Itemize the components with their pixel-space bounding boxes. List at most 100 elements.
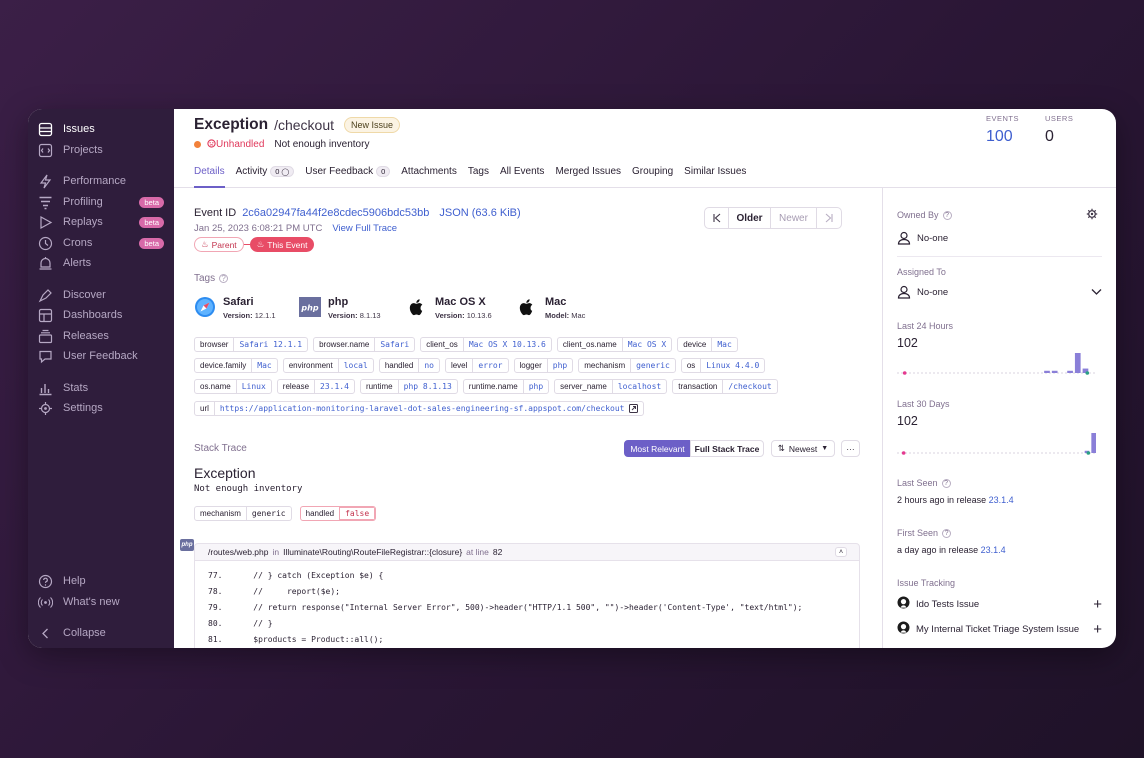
info-icon: ? [942,528,952,538]
sidebar-item-dashboards[interactable]: Dashboards [38,306,164,324]
event-id-label: Event ID [194,207,237,219]
spark30-marker-start [901,451,906,455]
tab-all-events[interactable]: All Events [500,166,544,188]
tag-pill-runtime-name[interactable]: runtime.name php [462,379,550,394]
tag-value: Linux 4.4.0 [706,361,760,370]
new-issue-badge: New Issue [344,117,401,133]
last-seen-release-link[interactable]: 23.1.4 [989,495,1014,505]
tag-pill-logger[interactable]: logger php [513,358,574,373]
sidebar-item-alerts[interactable]: Alerts [38,254,164,272]
last-30-days-heading: Last 30 Days [897,399,950,409]
tab-merged-issues[interactable]: Merged Issues [555,166,621,188]
tag-pill-runtime[interactable]: runtime php 8.1.13 [359,379,458,394]
unhandled-icon [207,139,216,148]
level-dot-icon [194,141,201,148]
sidebar-item-label: User Feedback [63,350,138,362]
tag-pill-mechanism[interactable]: mechanism generic [578,358,676,373]
sidebar-item-stats[interactable]: Stats [38,379,164,397]
tab-attachments[interactable]: Attachments [401,166,457,188]
owner-settings-gear-icon[interactable] [1086,208,1098,223]
collapse-frame-button[interactable]: ˄ [835,547,847,557]
first-seen-heading: First Seen ? [897,528,952,538]
handled-tag[interactable]: handled false [299,506,377,521]
events-value[interactable]: 100 [986,128,1019,146]
tab-details[interactable]: Details [194,166,225,188]
tag-pill-handled[interactable]: handled no [378,358,440,373]
view-full-trace-link[interactable]: View Full Trace [332,223,397,234]
json-link[interactable]: JSON (63.6 KiB) [439,207,520,219]
sort-dropdown[interactable]: ⇅ Newest ▼ [771,440,835,457]
newer-button[interactable]: Newer [771,208,817,228]
most-relevant-button[interactable]: Most Relevant [624,440,691,457]
first-seen-time: a day ago [897,545,937,555]
sidebar-item-crons[interactable]: Crons beta [38,234,164,252]
trace-connector [243,244,250,245]
sidebar-item-replays[interactable]: Replays beta [38,213,164,231]
sidebar-footer-what-s-new[interactable]: What's new [38,593,164,611]
sidebar-item-issues[interactable]: Issues [38,120,164,138]
last-event-button[interactable] [817,208,841,228]
stack-frame-header[interactable]: /routes/web.php in Illuminate\Routing\Ro… [194,543,860,561]
tab-grouping[interactable]: Grouping [632,166,673,188]
events-stat[interactable]: EVENTS 100 [986,114,1019,146]
sidebar-footer-collapse[interactable]: Collapse [38,624,164,642]
discover-icon [38,288,53,303]
exception-title: Exception [194,465,256,481]
issue-tracking-item[interactable]: My Internal Ticket Triage System Issue + [897,621,1102,637]
tag-card-version-label: Version: [223,311,253,320]
first-event-button[interactable] [705,208,729,228]
code-line-text: // report($e); [234,587,340,596]
tag-pill-release[interactable]: release 23.1.4 [276,379,355,394]
mechanism-tag[interactable]: mechanism generic [194,506,292,521]
tab-activity[interactable]: Activity 0 ◯ [236,166,295,188]
tag-pill-client-os[interactable]: client_os Mac OS X 10.13.6 [420,337,552,352]
tag-pill-transaction[interactable]: transaction/checkout [672,379,778,394]
sidebar-item-profiling[interactable]: Profiling beta [38,193,164,211]
full-stack-trace-button[interactable]: Full Stack Trace [690,440,764,457]
last-24-hours-sparkline[interactable] [897,348,1097,378]
unhandled-text: Unhandled [216,139,265,150]
tag-pill-server-name[interactable]: server_name localhost [554,379,668,394]
tab-similar-issues[interactable]: Similar Issues [684,166,746,188]
owner-row[interactable]: No-one [897,231,948,245]
users-stat[interactable]: USERS 0 [1045,114,1073,146]
tag-pill-browser[interactable]: browser Safari 12.1.1 [194,337,309,352]
external-link-icon[interactable] [629,402,643,415]
tag-pill-client-os-name[interactable]: client_os.name Mac OS X [556,337,673,352]
add-tracking-plus-icon[interactable]: + [1093,597,1102,612]
more-options-button[interactable]: ··· [841,440,860,457]
tag-pill-os-name[interactable]: os.name Linux [194,379,272,394]
sidebar-item-performance[interactable]: Performance [38,172,164,190]
tab-label: Attachments [401,166,457,177]
sidebar-item-settings[interactable]: Settings [38,399,164,417]
tag-pill-device-family[interactable]: device.family Mac [194,358,278,373]
sidebar-item-projects[interactable]: Projects [38,141,164,159]
sidebar-item-releases[interactable]: Releases [38,327,164,345]
parent-pill[interactable]: ♨ Parent [194,237,244,252]
add-tracking-plus-icon[interactable]: + [1093,622,1102,637]
assignee-dropdown[interactable]: No-one [897,285,1102,299]
safari-icon [194,296,216,321]
sidebar-footer-help[interactable]: Help [38,572,164,590]
tag-value: php 8.1.13 [403,382,452,391]
tab-tags[interactable]: Tags [468,166,489,188]
help-icon [38,574,53,589]
tag-pill-os[interactable]: os Linux 4.4.0 [680,358,766,373]
tag-pill-browser-name[interactable]: browser.name Safari [313,337,416,352]
issue-tracking-item[interactable]: Ido Tests Issue + [897,596,1102,612]
older-button[interactable]: Older [729,208,771,228]
tag-pill-level[interactable]: level error [444,358,509,373]
tag-pill-url[interactable]: url https://application-monitoring-larave… [194,401,645,416]
sidebar-item-discover[interactable]: Discover [38,286,164,304]
issue-tracking-heading: Issue Tracking [897,578,956,588]
first-seen-release-link[interactable]: 23.1.4 [981,545,1006,555]
this-event-pill[interactable]: ♨ This Event [249,237,315,252]
sidebar-item-user-feedback[interactable]: User Feedback [38,347,164,365]
tag-pill-environment[interactable]: environment local [282,358,374,373]
tag-key: device [678,338,713,351]
sidebar-item-label: Dashboards [63,309,123,321]
event-id-link[interactable]: 2c6a02947fa44f2e8cdec5906bdc53bb [242,207,429,219]
tag-pill-device[interactable]: device Mac [677,337,738,352]
last-30-days-sparkline[interactable] [897,428,1097,458]
tab-user-feedback[interactable]: User Feedback 0 [305,166,391,188]
